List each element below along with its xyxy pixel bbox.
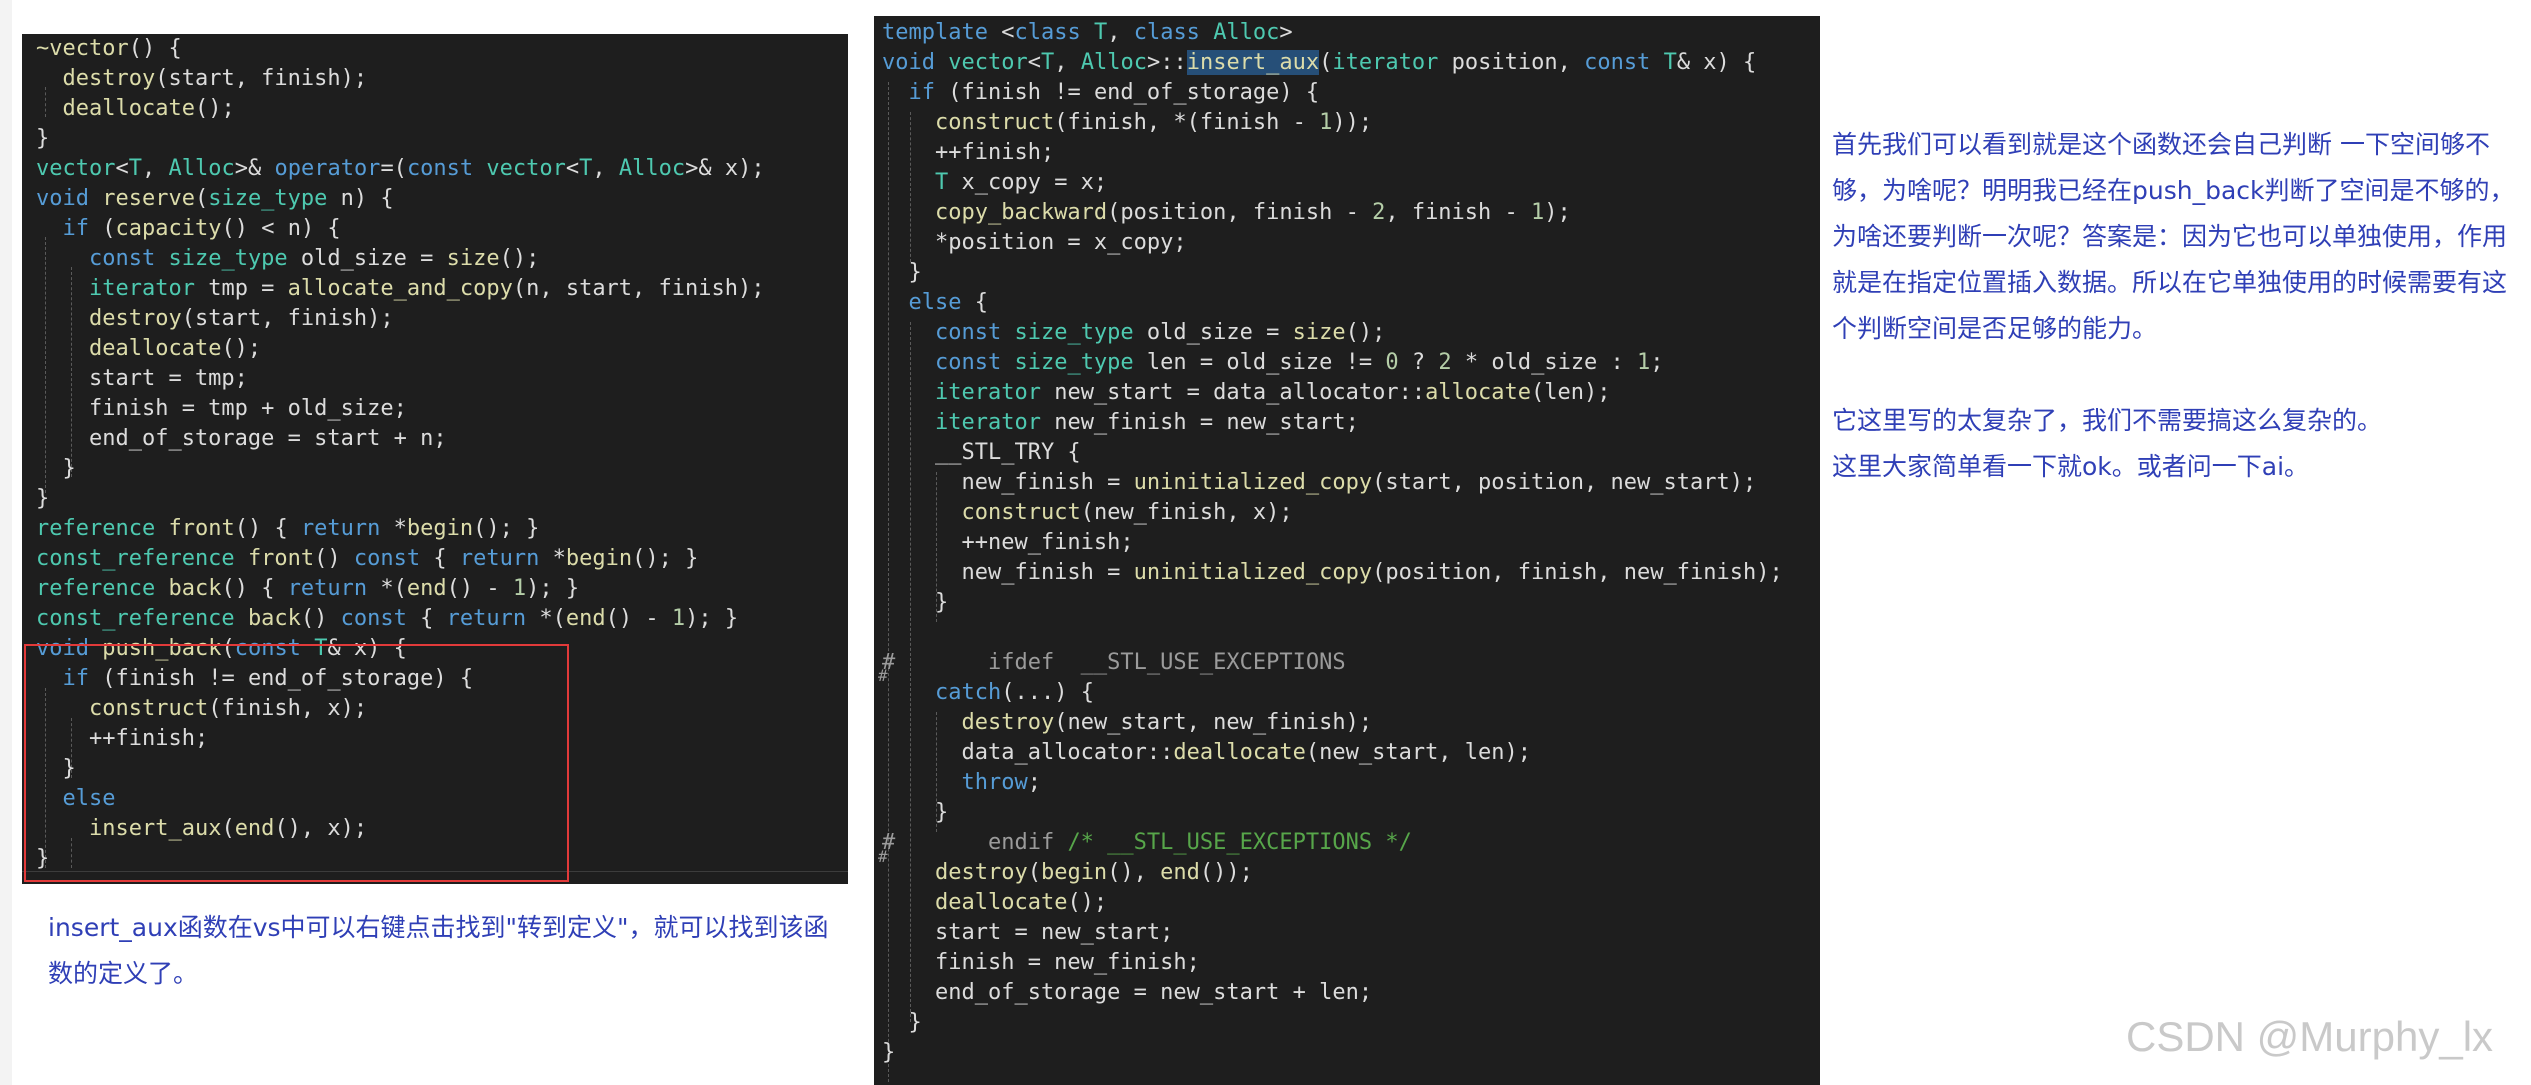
note-paragraph: 它这里写的太复杂了，我们不需要搞这么复杂的。 bbox=[1832, 406, 2383, 435]
code-editor-right[interactable]: # # template <class T, class Alloc> void … bbox=[874, 16, 1820, 1085]
code-line: const_reference back() const { return *(… bbox=[36, 606, 739, 631]
code-line: } bbox=[36, 456, 76, 481]
code-line: T x_copy = x; bbox=[934, 170, 1108, 195]
code-line: iterator new_start = data_allocator::all… bbox=[934, 380, 1611, 405]
code-line: construct(new_finish, x); bbox=[961, 500, 1293, 525]
code-line: finish = tmp + old_size; bbox=[36, 396, 407, 421]
code-line: deallocate(); bbox=[934, 890, 1108, 915]
note-paragraph: 这里大家简单看一下就ok。或者问一下ai。 bbox=[1832, 452, 2310, 481]
code-line: reference front() { return *begin(); } bbox=[36, 516, 540, 541]
code-line: } bbox=[882, 260, 922, 285]
code-line: destroy(begin(), end()); bbox=[934, 860, 1253, 885]
code-line: copy_backward(position, finish - 2, fini… bbox=[934, 200, 1571, 225]
code-line: if (capacity() < n) { bbox=[62, 216, 341, 241]
code-line: catch(...) { bbox=[934, 680, 1094, 705]
csdn-watermark: CSDN @Murphy_lx bbox=[2126, 1013, 2494, 1060]
code-line: iterator tmp = allocate_and_copy(n, star… bbox=[88, 276, 765, 301]
code-line: reference back() { return *(end() - 1); … bbox=[36, 576, 580, 601]
code-line: } bbox=[36, 126, 50, 151]
code-line: destroy(new_start, new_finish); bbox=[961, 710, 1373, 735]
note-spacer bbox=[1832, 352, 2522, 398]
code-line: } bbox=[882, 1010, 922, 1035]
code-line: ++new_finish; bbox=[882, 530, 1134, 555]
code-line: } bbox=[882, 1040, 896, 1065]
code-line: const size_type len = old_size != 0 ? 2 … bbox=[934, 350, 1664, 375]
code-line: throw; bbox=[961, 770, 1041, 795]
code-line: ~vector() { bbox=[36, 36, 182, 61]
code-line: } bbox=[882, 590, 949, 615]
code-line: # endif /* __STL_USE_EXCEPTIONS */ bbox=[882, 830, 1412, 855]
code-line: start = tmp; bbox=[36, 366, 248, 391]
code-line: *position = x_copy; bbox=[882, 230, 1187, 255]
code-line: data_allocator::deallocate(new_start, le… bbox=[882, 740, 1532, 765]
code-line: # ifdef __STL_USE_EXCEPTIONS bbox=[882, 650, 1346, 675]
code-line: end_of_storage = new_start + len; bbox=[882, 980, 1373, 1005]
code-line: } bbox=[882, 800, 949, 825]
code-line: deallocate(); bbox=[88, 336, 262, 361]
code-line: const size_type old_size = size(); bbox=[934, 320, 1386, 345]
code-line: start = new_start; bbox=[882, 920, 1174, 945]
code-line: deallocate(); bbox=[62, 96, 235, 121]
code-line: destroy(start, finish); bbox=[88, 306, 394, 331]
code-line: destroy(start, finish); bbox=[62, 66, 368, 91]
push-back-highlight-box bbox=[24, 644, 569, 882]
code-line: template <class T, class Alloc> bbox=[882, 20, 1293, 45]
page-left-edge bbox=[0, 0, 12, 1085]
code-line: else { bbox=[908, 290, 988, 315]
code-line: const size_type old_size = size(); bbox=[88, 246, 540, 271]
code-line: construct(finish, *(finish - 1)); bbox=[934, 110, 1373, 135]
note-bottom: insert_aux函数在vs中可以右键点击找到"转到定义"，就可以找到该函数的… bbox=[48, 913, 829, 988]
code-line: const_reference front() const { return *… bbox=[36, 546, 699, 571]
code-line: void reserve(size_type n) { bbox=[36, 186, 394, 211]
code-line: new_finish = uninitialized_copy(position… bbox=[882, 560, 1783, 585]
code-line: __STL_TRY { bbox=[882, 440, 1081, 465]
code-line: } bbox=[36, 486, 50, 511]
code-line: finish = new_finish; bbox=[882, 950, 1200, 975]
code-line: vector<T, Alloc>& operator=(const vector… bbox=[36, 156, 765, 181]
code-line: void vector<T, Alloc>::insert_aux(iterat… bbox=[882, 50, 1757, 75]
code-line: end_of_storage = start + n; bbox=[36, 426, 447, 451]
note-paragraph: 首先我们可以看到就是这个函数还会自己判断 一下空间够不够，为啥呢？明明我已经在p… bbox=[1832, 130, 2515, 343]
code-line: new_finish = uninitialized_copy(start, p… bbox=[882, 470, 1757, 495]
code-line: iterator new_finish = new_start; bbox=[934, 410, 1359, 435]
code-line: ++finish; bbox=[882, 140, 1055, 165]
code-line: if (finish != end_of_storage) { bbox=[908, 80, 1320, 105]
note-right: 首先我们可以看到就是这个函数还会自己判断 一下空间够不够，为啥呢？明明我已经在p… bbox=[1832, 122, 2522, 490]
